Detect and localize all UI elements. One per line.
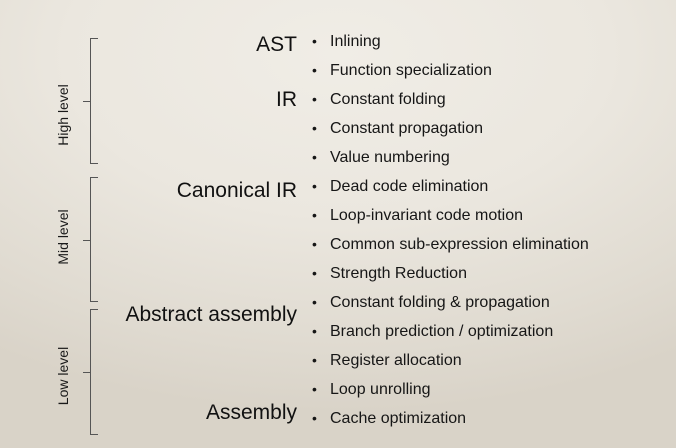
stage-ir: IR bbox=[276, 88, 297, 111]
bullet-icon: • bbox=[312, 381, 317, 397]
mid-level-bracket bbox=[83, 177, 98, 302]
bullet-icon: • bbox=[312, 178, 317, 194]
list-item: • Constant folding & propagation bbox=[312, 288, 550, 317]
bullet-icon: • bbox=[312, 207, 317, 223]
bullet-icon: • bbox=[312, 91, 317, 107]
bullet-icon: • bbox=[312, 149, 317, 165]
list-item: • Strength Reduction bbox=[312, 259, 467, 288]
list-item: • Loop unrolling bbox=[312, 375, 431, 404]
bullet-icon: • bbox=[312, 410, 317, 426]
bullet-icon: • bbox=[312, 352, 317, 368]
bullet-icon: • bbox=[312, 33, 317, 49]
high-level-bracket bbox=[83, 38, 98, 164]
bullet-icon: • bbox=[312, 62, 317, 78]
list-item: • Constant propagation bbox=[312, 114, 483, 143]
list-item: • Value numbering bbox=[312, 143, 450, 172]
bullet-icon: • bbox=[312, 265, 317, 281]
stage-assembly: Assembly bbox=[205, 401, 297, 424]
list-item: • Loop-invariant code motion bbox=[312, 201, 523, 230]
list-item: • Register allocation bbox=[312, 346, 462, 375]
low-level-bracket bbox=[83, 309, 98, 435]
bullet-icon: • bbox=[312, 120, 317, 136]
list-item: • Constant folding bbox=[312, 85, 446, 114]
list-item: • Cache optimization bbox=[312, 404, 466, 433]
list-item: • Dead code elimination bbox=[312, 172, 488, 201]
stage-abstract-assembly: Abstract assembly bbox=[125, 303, 297, 326]
stage-canonical-ir: Canonical IR bbox=[176, 179, 297, 202]
stage-ast: AST bbox=[256, 33, 297, 56]
list-item: • Inlining bbox=[312, 27, 381, 56]
bullet-icon: • bbox=[312, 294, 317, 310]
list-item: • Function specialization bbox=[312, 56, 492, 85]
list-item: • Common sub-expression elimination bbox=[312, 230, 589, 259]
bullet-icon: • bbox=[312, 323, 317, 339]
bullet-icon: • bbox=[312, 236, 317, 252]
list-item: • Branch prediction / optimization bbox=[312, 317, 553, 346]
